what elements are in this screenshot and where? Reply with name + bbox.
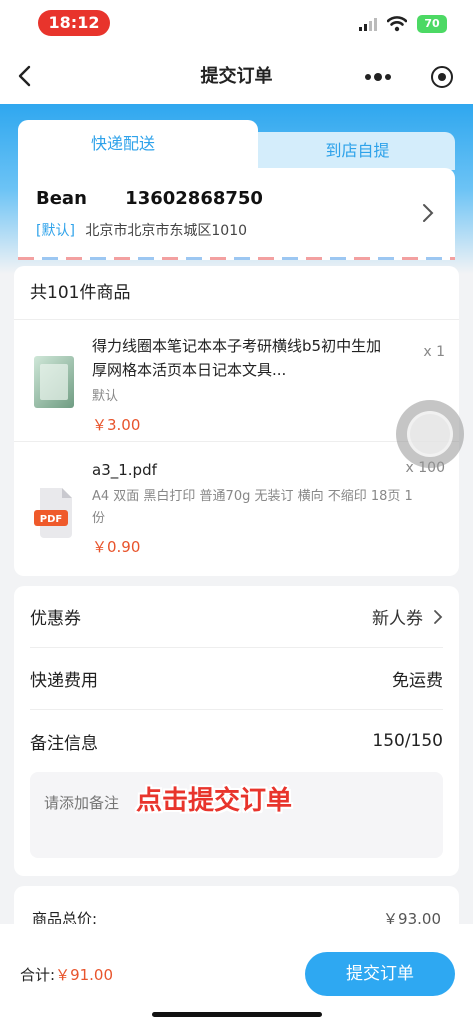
remark-count: 150/150 [372,731,443,751]
signal-icon [359,17,377,31]
product-name: 得力线圈本笔记本本子考研横线b5初中生加厚网格本活页本日记本文具... [92,337,382,379]
products-card: 共101件商品 得力线圈本笔记本本子考研横线b5初中生加厚网格本活页本日记本文具… [14,266,459,576]
coupon-value: 新人券 [372,609,423,629]
order-options-card: 优惠券 新人券 快递费用 免运费 备注信息 150/150 [14,586,459,876]
tab-store-pickup[interactable]: 到店自提 [240,132,455,170]
chevron-right-icon [434,609,443,624]
recipient-phone: 13602868750 [125,188,263,209]
sum-label: 合计: [20,966,56,984]
product-name: a3_1.pdf [92,461,157,479]
battery-indicator: 70 [417,15,447,33]
pdf-icon: PDF [34,488,72,538]
shipping-label: 快递费用 [30,671,98,691]
remark-row: 备注信息 150/150 [30,710,443,772]
nav-bar: 提交订单 [0,48,473,104]
chevron-right-icon [423,204,434,222]
status-time: 18:12 [38,10,110,36]
product-qty: x 1 [423,344,445,360]
address-selector[interactable]: Bean 13602868750 [默认] 北京市北京市东城区1010 [18,168,455,260]
product-spec: 默认 [92,389,119,404]
mini-program-capsule [361,62,457,92]
address-stripe-divider [18,257,455,260]
tutorial-caption: 点击提交订单 [136,786,293,816]
status-bar: 18:12 70 [0,0,473,48]
home-indicator [152,1012,322,1017]
checkout-bar: 合计:￥91.00 提交订单 [0,924,473,1024]
wifi-icon [387,16,407,32]
address-detail-line: [默认] 北京市北京市东城区1010 [36,220,247,240]
recipient-name: Bean [36,188,87,209]
assistive-touch-button[interactable] [396,400,464,468]
address-card: 到店自提 快递配送 Bean 13602868750 [默认] 北京市北京市东城… [18,120,455,260]
product-price: ￥0.90 [92,538,141,556]
coupon-row[interactable]: 优惠券 新人券 [30,586,443,648]
coupon-label: 优惠券 [30,609,81,629]
more-icon[interactable] [365,72,391,82]
product-price: ￥3.00 [92,416,141,434]
remark-label: 备注信息 [30,733,98,754]
product-spec: A4 双面 黑白打印 普通70g 无装订 横向 不缩印 18页 1份 [92,489,413,526]
submit-order-button[interactable]: 提交订单 [305,952,455,996]
notebook-thumbnail [34,356,74,408]
products-count: 共101件商品 [14,266,459,320]
default-tag: [默认] [36,223,75,239]
product-item[interactable]: PDF a3_1.pdf A4 双面 黑白打印 普通70g 无装订 横向 不缩印… [14,448,459,568]
status-icons: 70 [359,14,447,34]
tab-express-delivery[interactable]: 快递配送 [18,120,258,170]
shipping-row: 快递费用 免运费 [30,648,443,710]
product-info: a3_1.pdf A4 双面 黑白打印 普通70g 无装订 横向 不缩印 18页… [92,458,443,557]
close-target-icon[interactable] [431,66,453,88]
shipping-value: 免运费 [392,671,443,691]
address-detail: 北京市北京市东城区1010 [85,223,248,239]
product-info: 得力线圈本笔记本本子考研横线b5初中生加厚网格本活页本日记本文具... 默认 ￥… [92,334,443,435]
recipient-info: Bean 13602868750 [36,188,295,209]
sum-info: 合计:￥91.00 [20,964,113,985]
sum-value: ￥91.00 [55,966,114,984]
svg-text:PDF: PDF [40,514,62,525]
product-item[interactable]: 得力线圈本笔记本本子考研横线b5初中生加厚网格本活页本日记本文具... 默认 ￥… [14,322,459,442]
